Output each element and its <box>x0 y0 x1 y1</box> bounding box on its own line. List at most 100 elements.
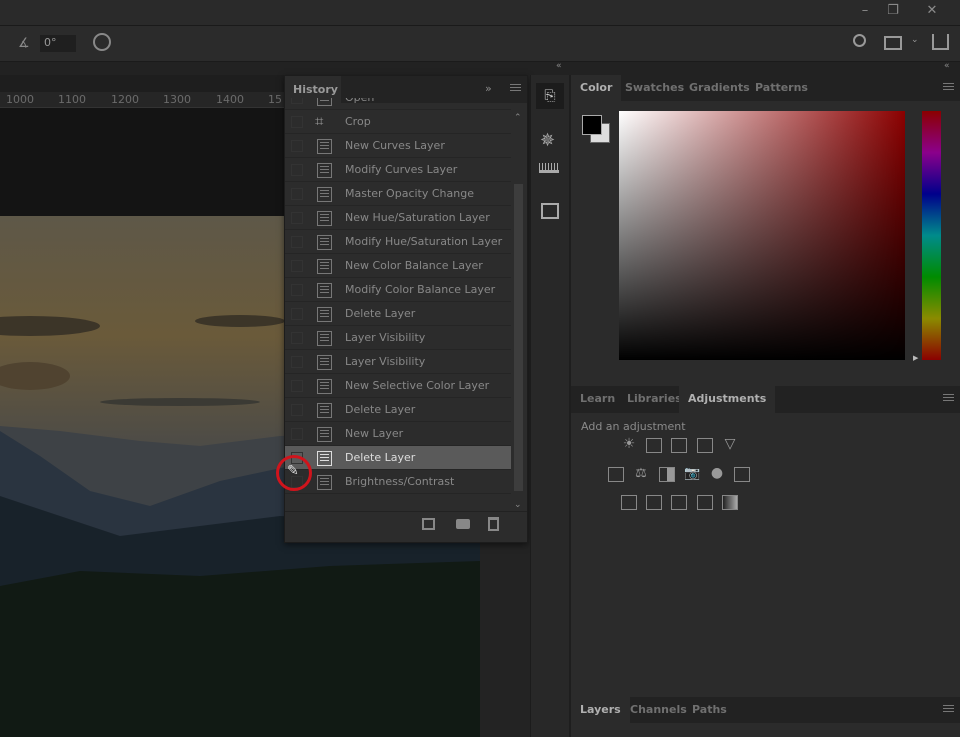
history-brush-source-checkbox[interactable] <box>291 404 303 416</box>
histogram-icon[interactable] <box>539 163 559 173</box>
color-balance-icon[interactable]: ⚖ <box>633 467 649 482</box>
adjustment-tabs: Learn Libraries Adjustments <box>571 386 960 413</box>
history-state[interactable]: Master Opacity Change <box>285 182 511 206</box>
levels-icon[interactable] <box>646 438 662 453</box>
camera-icon[interactable] <box>456 519 470 529</box>
black-white-icon[interactable] <box>659 467 675 482</box>
document-icon <box>317 451 332 466</box>
history-state[interactable]: Modify Curves Layer <box>285 158 511 182</box>
gradient-map-icon[interactable] <box>722 495 738 510</box>
expand-icon[interactable]: » <box>485 82 492 95</box>
history-state[interactable]: Open <box>285 98 511 110</box>
history-state[interactable]: New Curves Layer <box>285 134 511 158</box>
panel-icon-column: ⎘ ✵ <box>530 75 569 737</box>
history-state[interactable]: New Layer <box>285 422 511 446</box>
history-brush-source-checkbox[interactable] <box>291 188 303 200</box>
history-state[interactable]: ⌗ Crop <box>285 110 511 134</box>
document-icon <box>317 427 332 442</box>
history-state[interactable]: New Selective Color Layer <box>285 374 511 398</box>
trash-icon[interactable] <box>488 517 499 531</box>
photo-filter-icon[interactable]: 📷 <box>684 467 700 482</box>
history-state-label: Delete Layer <box>345 451 416 464</box>
history-brush-source-checkbox[interactable] <box>291 284 303 296</box>
history-state-label: Open <box>345 98 374 104</box>
scrollbar-thumb[interactable] <box>514 184 523 491</box>
minimize-button[interactable]: – <box>851 0 879 22</box>
history-brush-source-checkbox[interactable] <box>291 308 303 320</box>
tab-learn[interactable]: Learn <box>571 386 624 412</box>
panel-menu-icon[interactable] <box>943 83 954 92</box>
history-state[interactable]: Layer Visibility <box>285 326 511 350</box>
options-bar: ∡ 0° ⌄ <box>0 26 960 62</box>
new-document-icon[interactable] <box>422 518 435 530</box>
hue-saturation-icon[interactable] <box>608 467 624 482</box>
history-state[interactable]: Modify Color Balance Layer <box>285 278 511 302</box>
target-icon[interactable] <box>93 33 111 51</box>
document-icon <box>317 283 332 298</box>
ruler-tick: 1400 <box>216 93 244 106</box>
history-brush-source-checkbox[interactable] <box>291 332 303 344</box>
history-state-label: Brightness/Contrast <box>345 475 455 488</box>
history-brush-icon[interactable]: ✎ <box>287 463 299 479</box>
panel-menu-icon[interactable] <box>943 394 954 403</box>
history-brush-source-checkbox[interactable] <box>291 140 303 152</box>
posterize-icon[interactable] <box>646 495 662 510</box>
history-brush-source-checkbox[interactable] <box>291 116 303 128</box>
navigator-icon[interactable]: ✵ <box>540 130 555 151</box>
history-brush-source-checkbox[interactable] <box>291 98 303 104</box>
history-panel-icon[interactable]: ⎘ <box>536 83 564 109</box>
ruler-tick: 1300 <box>163 93 191 106</box>
threshold-icon[interactable] <box>671 495 687 510</box>
history-state[interactable]: Delete Layer <box>285 302 511 326</box>
history-state-label: Crop <box>345 115 371 128</box>
history-brush-source-checkbox[interactable] <box>291 380 303 392</box>
channel-mixer-icon[interactable]: ● <box>709 466 725 482</box>
history-state[interactable]: Modify Hue/Saturation Layer <box>285 230 511 254</box>
brightness-contrast-icon[interactable]: ☀ <box>621 437 637 453</box>
ruler-tick: 15 <box>268 93 282 106</box>
history-state[interactable]: Brightness/Contrast <box>285 470 511 494</box>
selective-color-icon[interactable] <box>697 495 713 510</box>
3d-icon[interactable] <box>541 203 559 219</box>
document-icon <box>317 139 332 154</box>
tab-patterns[interactable]: Patterns <box>746 75 817 101</box>
tab-color[interactable]: Color <box>571 75 622 101</box>
tab-adjustments[interactable]: Adjustments <box>679 386 776 413</box>
history-footer <box>285 511 527 536</box>
hue-slider-handle[interactable]: ▶ <box>913 354 918 362</box>
history-state[interactable]: New Hue/Saturation Layer <box>285 206 511 230</box>
close-button[interactable]: ✕ <box>918 0 946 22</box>
adjustments-heading: Add an adjustment <box>581 420 686 433</box>
history-brush-source-checkbox[interactable] <box>291 260 303 272</box>
tab-paths[interactable]: Paths <box>683 697 736 723</box>
history-state[interactable]: Delete Layer <box>285 398 511 422</box>
panel-menu-icon[interactable] <box>510 84 521 93</box>
share-icon[interactable] <box>932 34 949 50</box>
history-brush-source-checkbox[interactable] <box>291 428 303 440</box>
history-state[interactable]: Delete Layer <box>285 446 511 470</box>
hue-slider[interactable] <box>922 111 941 360</box>
color-field[interactable] <box>619 111 905 360</box>
document-icon <box>317 163 332 178</box>
panel-menu-icon[interactable] <box>943 705 954 714</box>
collapse-icon[interactable]: « <box>944 61 950 71</box>
history-brush-source-checkbox[interactable] <box>291 236 303 248</box>
history-brush-source-checkbox[interactable] <box>291 356 303 368</box>
foreground-color-swatch[interactable] <box>582 115 602 135</box>
color-lookup-icon[interactable] <box>734 467 750 482</box>
workspace-icon[interactable] <box>884 36 902 50</box>
curves-icon[interactable] <box>671 438 687 453</box>
document-icon <box>317 187 332 202</box>
angle-input[interactable]: 0° <box>40 35 76 52</box>
exposure-icon[interactable] <box>697 438 713 453</box>
search-icon[interactable] <box>853 34 866 47</box>
history-state[interactable]: New Color Balance Layer <box>285 254 511 278</box>
history-brush-source-checkbox[interactable] <box>291 212 303 224</box>
history-brush-source-checkbox[interactable] <box>291 164 303 176</box>
collapse-icon[interactable]: « <box>556 61 562 71</box>
invert-icon[interactable] <box>621 495 637 510</box>
chevron-down-icon[interactable]: ⌄ <box>911 35 919 45</box>
history-state[interactable]: Layer Visibility <box>285 350 511 374</box>
restore-button[interactable]: ❐ <box>879 0 907 22</box>
vibrance-icon[interactable]: ▽ <box>722 437 738 453</box>
